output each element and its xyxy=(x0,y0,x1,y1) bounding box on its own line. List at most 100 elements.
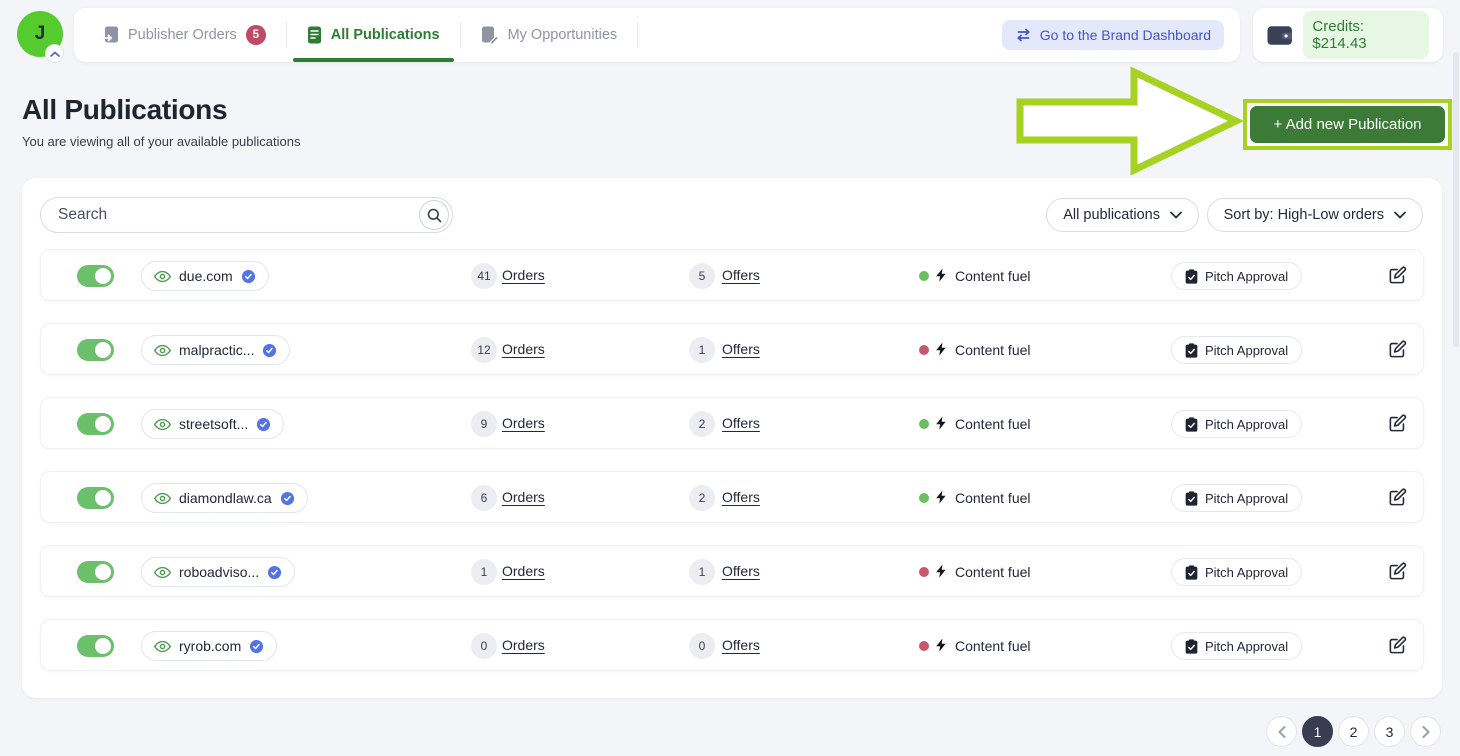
tab-label: Publisher Orders xyxy=(128,27,237,43)
sort-dropdown[interactable]: Sort by: High-Low orders xyxy=(1207,198,1423,232)
publication-name-pill[interactable]: roboadviso... xyxy=(141,557,295,587)
offers-count-badge: 5 xyxy=(689,263,715,289)
publication-name-pill[interactable]: streetsoft... xyxy=(141,409,284,439)
lightning-bolt-icon xyxy=(934,635,949,655)
pitch-approval-button[interactable]: Pitch Approval xyxy=(1171,262,1302,290)
orders-link[interactable]: Orders xyxy=(502,637,545,653)
content-fuel-label: Content fuel xyxy=(955,490,1031,506)
publication-name-pill[interactable]: ryrob.com xyxy=(141,631,277,661)
pitch-approval-label: Pitch Approval xyxy=(1205,639,1288,654)
rows-container: due.com 41 Orders 5 Offers Content fuel … xyxy=(40,249,1424,693)
publication-enabled-toggle[interactable] xyxy=(77,339,114,361)
content-fuel-label: Content fuel xyxy=(955,342,1031,358)
pitch-approval-label: Pitch Approval xyxy=(1205,269,1288,284)
search-button[interactable] xyxy=(419,200,449,230)
content-fuel-label: Content fuel xyxy=(955,564,1031,580)
tab-my-opportunities[interactable]: My Opportunities xyxy=(475,8,624,62)
pitch-approval-button[interactable]: Pitch Approval xyxy=(1171,484,1302,512)
publication-enabled-toggle[interactable] xyxy=(77,487,114,509)
orders-link[interactable]: Orders xyxy=(502,267,545,283)
verified-badge-icon xyxy=(280,491,295,506)
publication-enabled-toggle[interactable] xyxy=(77,413,114,435)
publication-row: roboadviso... 1 Orders 1 Offers Content … xyxy=(40,545,1424,597)
add-publication-highlight-box: + Add new Publication xyxy=(1243,99,1452,150)
search-input[interactable] xyxy=(58,198,398,232)
publication-name: malpractic... xyxy=(179,342,254,358)
chevron-up-icon xyxy=(50,51,60,57)
tab-divider xyxy=(637,22,638,48)
magnifier-icon xyxy=(427,208,442,223)
page-title: All Publications xyxy=(22,94,227,126)
publication-name-pill[interactable]: diamondlaw.ca xyxy=(141,483,308,513)
content-fuel-status-dot xyxy=(919,419,929,429)
offers-count-badge: 1 xyxy=(689,337,715,363)
pagination-page-3[interactable]: 3 xyxy=(1374,716,1405,747)
orders-link[interactable]: Orders xyxy=(502,341,545,357)
credits-card[interactable]: Credits: $214.43 xyxy=(1253,8,1443,62)
edit-icon[interactable] xyxy=(1388,340,1407,359)
pagination-page-2[interactable]: 2 xyxy=(1338,716,1369,747)
orders-link[interactable]: Orders xyxy=(502,563,545,579)
publication-name-pill[interactable]: malpractic... xyxy=(141,335,290,365)
pagination-next-button[interactable] xyxy=(1410,716,1441,747)
edit-icon[interactable] xyxy=(1388,414,1407,433)
sort-value: Sort by: High-Low orders xyxy=(1224,207,1384,223)
publication-name-pill[interactable]: due.com xyxy=(141,261,269,291)
offers-count-badge: 0 xyxy=(689,633,715,659)
publication-row: ryrob.com 0 Orders 0 Offers Content fuel… xyxy=(40,619,1424,671)
pagination-prev-button[interactable] xyxy=(1266,716,1297,747)
clipboard-check-icon xyxy=(1185,491,1198,506)
pitch-approval-button[interactable]: Pitch Approval xyxy=(1171,632,1302,660)
offers-link[interactable]: Offers xyxy=(722,637,760,653)
tab-all-publications[interactable]: All Publications xyxy=(301,8,446,62)
add-new-publication-button[interactable]: + Add new Publication xyxy=(1250,106,1445,143)
eye-icon xyxy=(154,418,171,431)
pitch-approval-button[interactable]: Pitch Approval xyxy=(1171,410,1302,438)
pitch-approval-label: Pitch Approval xyxy=(1205,343,1288,358)
publication-enabled-toggle[interactable] xyxy=(77,635,114,657)
offers-link[interactable]: Offers xyxy=(722,489,760,505)
orders-link[interactable]: Orders xyxy=(502,489,545,505)
edit-icon[interactable] xyxy=(1388,562,1407,581)
orders-count-badge: 6 xyxy=(471,485,497,511)
toggle-knob xyxy=(95,268,111,284)
offers-link[interactable]: Offers xyxy=(722,415,760,431)
pitch-approval-label: Pitch Approval xyxy=(1205,417,1288,432)
clipboard-check-icon xyxy=(1185,343,1198,358)
pitch-approval-button[interactable]: Pitch Approval xyxy=(1171,336,1302,364)
orders-link[interactable]: Orders xyxy=(502,415,545,431)
tab-label: All Publications xyxy=(331,27,440,43)
eye-icon xyxy=(154,270,171,283)
clipboard-check-icon xyxy=(1185,639,1198,654)
offers-link[interactable]: Offers xyxy=(722,341,760,357)
publication-enabled-toggle[interactable] xyxy=(77,265,114,287)
page-scrollbar-thumb[interactable] xyxy=(1453,52,1459,347)
pitch-approval-button[interactable]: Pitch Approval xyxy=(1171,558,1302,586)
document-arrow-icon xyxy=(102,26,119,44)
publication-name: streetsoft... xyxy=(179,416,248,432)
offers-count-badge: 1 xyxy=(689,559,715,585)
search-bar xyxy=(40,197,453,233)
lightning-bolt-icon xyxy=(934,339,949,359)
verified-badge-icon xyxy=(256,417,271,432)
offers-link[interactable]: Offers xyxy=(722,267,760,283)
publication-row: due.com 41 Orders 5 Offers Content fuel … xyxy=(40,249,1424,301)
document-pen-icon xyxy=(481,26,499,44)
content-fuel-status-dot xyxy=(919,345,929,355)
tab-publisher-orders[interactable]: Publisher Orders 5 xyxy=(96,8,272,62)
edit-icon[interactable] xyxy=(1388,636,1407,655)
filter-value: All publications xyxy=(1063,207,1160,223)
offers-link[interactable]: Offers xyxy=(722,563,760,579)
edit-icon[interactable] xyxy=(1388,488,1407,507)
edit-icon[interactable] xyxy=(1388,266,1407,285)
publication-enabled-toggle[interactable] xyxy=(77,561,114,583)
clipboard-check-icon xyxy=(1185,565,1198,580)
publications-filter-dropdown[interactable]: All publications xyxy=(1046,198,1199,232)
eye-icon xyxy=(154,640,171,653)
go-to-brand-dashboard-button[interactable]: Go to the Brand Dashboard xyxy=(1002,20,1224,50)
avatar-expand-button[interactable] xyxy=(45,44,64,63)
pagination-page-1[interactable]: 1 xyxy=(1302,716,1333,747)
eye-icon xyxy=(154,344,171,357)
orders-count-badge: 9 xyxy=(471,411,497,437)
clipboard-check-icon xyxy=(1185,417,1198,432)
